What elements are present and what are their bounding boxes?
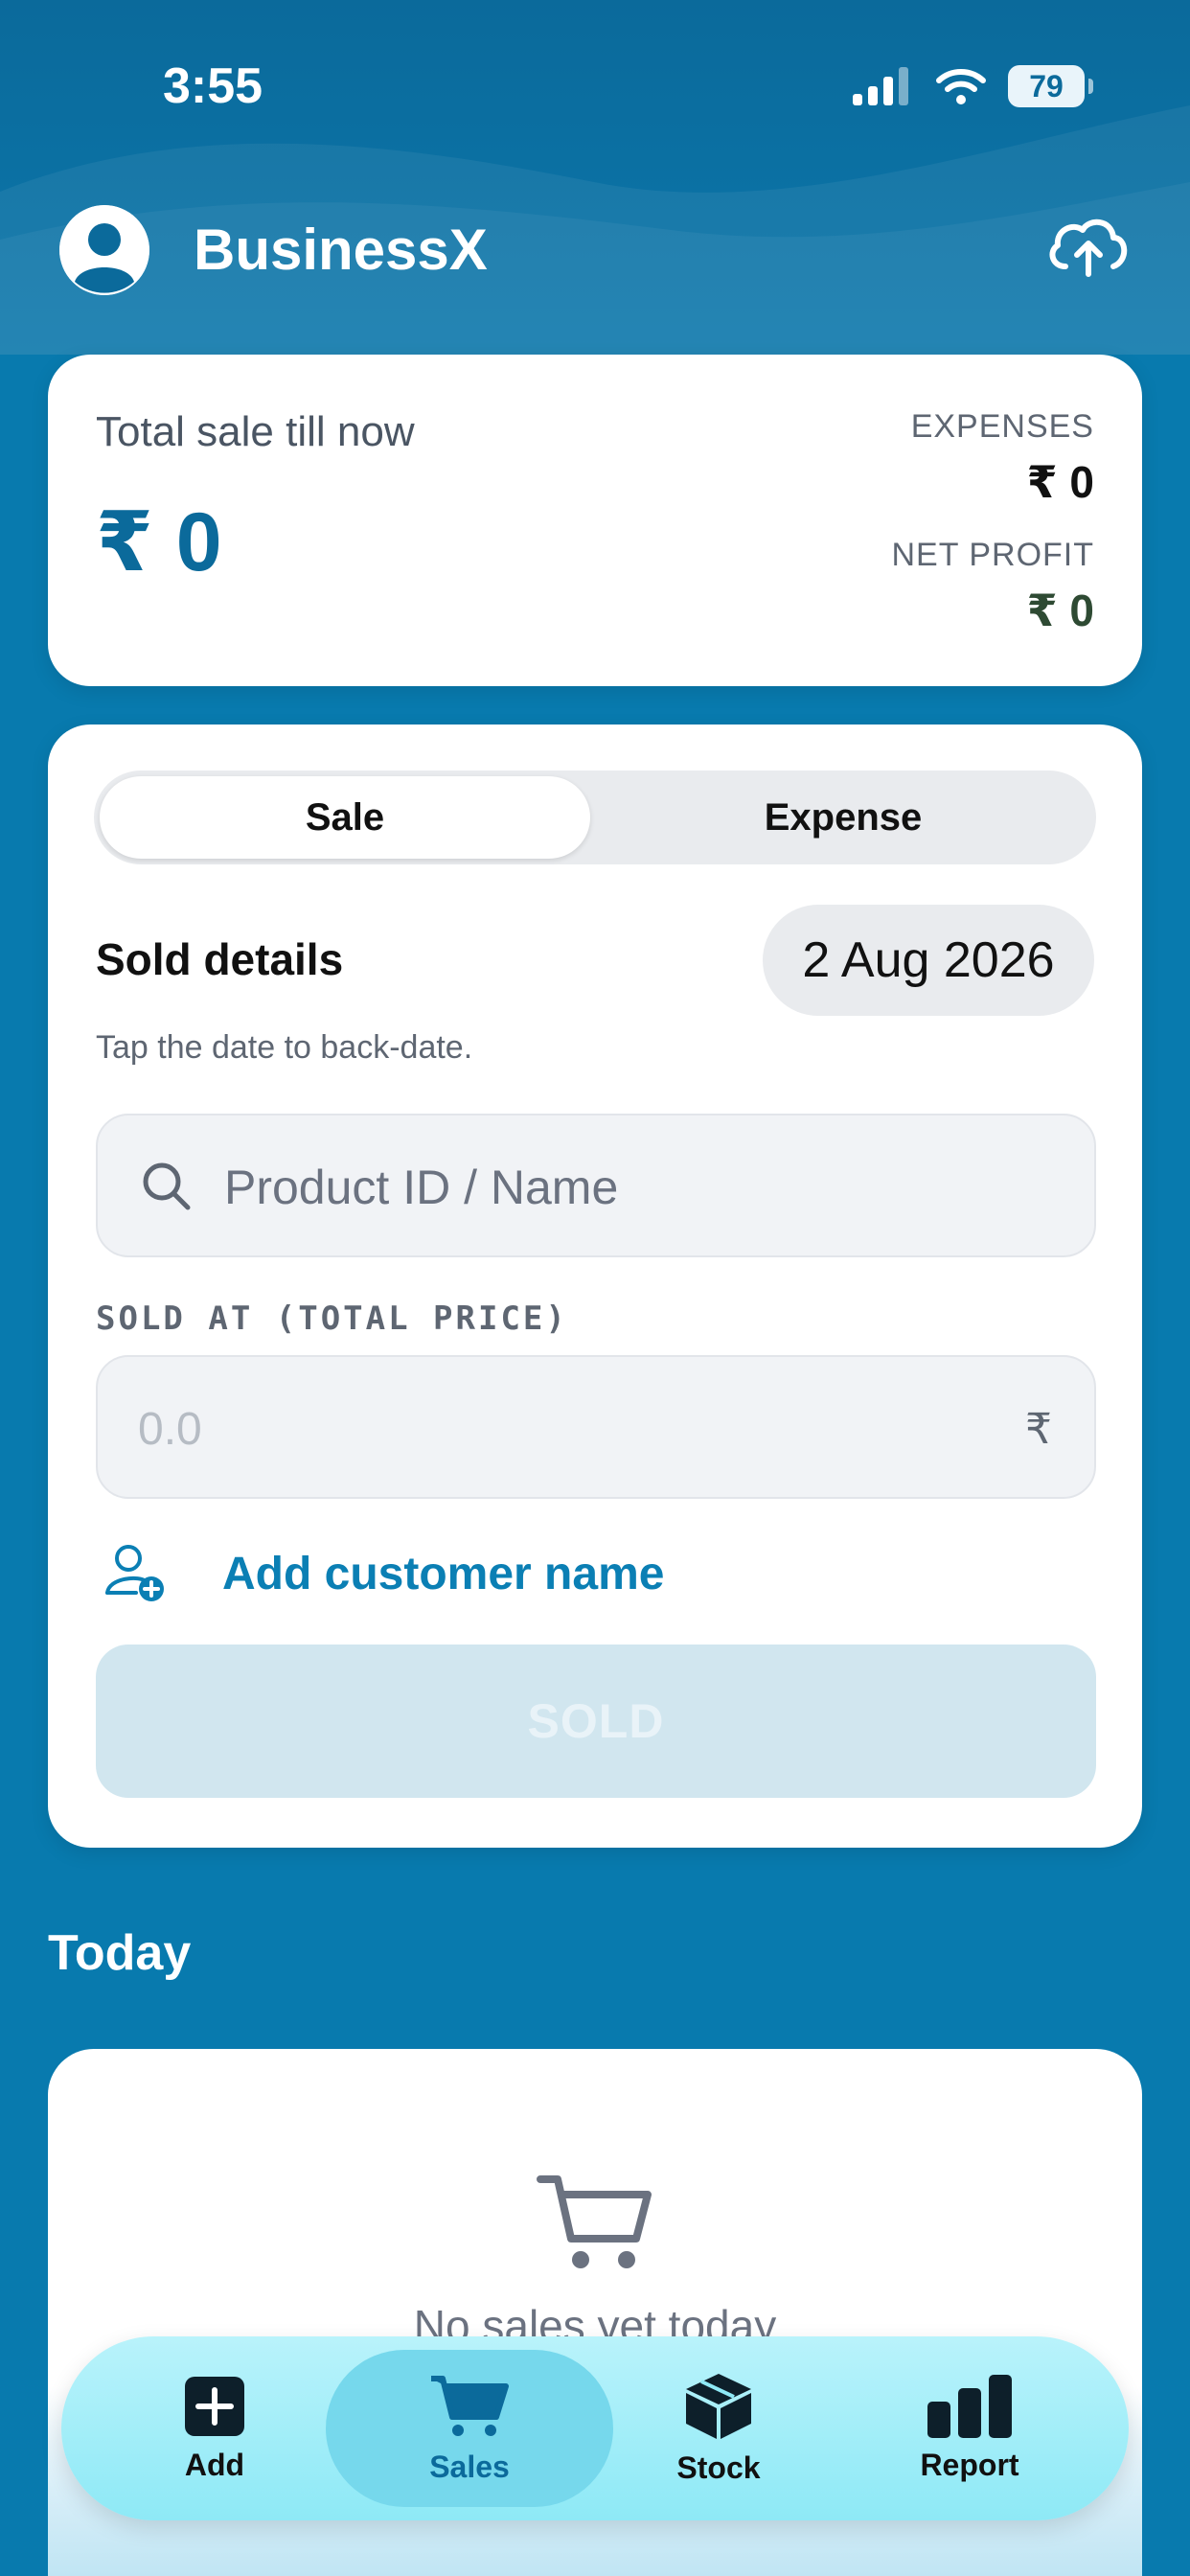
wifi-icon: [936, 69, 986, 104]
battery-level: 79: [1029, 68, 1064, 104]
app-header: [0, 0, 1190, 355]
sale-entry-card: Sale Expense Sold details 2 Aug 2026 Tap…: [48, 724, 1142, 1848]
nav-label-add: Add: [184, 2447, 245, 2482]
add-customer-button[interactable]: Add customer name: [102, 1535, 772, 1612]
total-sale-label: Total sale till now: [96, 408, 415, 455]
tab-expense[interactable]: Expense: [596, 776, 1090, 859]
rupee-icon: ₹: [1025, 1406, 1052, 1453]
cart-icon: [431, 2375, 509, 2436]
status-icons: 79: [853, 65, 1093, 107]
product-search-input[interactable]: [224, 1144, 1067, 1230]
net-profit-value: ₹ 0: [1026, 586, 1094, 635]
expenses-label: EXPENSES: [910, 408, 1094, 445]
box-icon: [686, 2373, 751, 2439]
today-heading: Today: [48, 1925, 192, 1981]
sales-summary-card: Total sale till now ₹ 0 EXPENSES ₹ 0 NET…: [48, 355, 1142, 686]
status-time: 3:55: [163, 58, 263, 114]
tab-sale[interactable]: Sale: [100, 776, 590, 859]
backdate-hint: Tap the date to back-date.: [96, 1029, 473, 1066]
date-picker-button[interactable]: 2 Aug 2026: [763, 905, 1094, 1016]
nav-item-sales[interactable]: Sales: [364, 2336, 575, 2520]
price-field: ₹: [96, 1355, 1096, 1499]
add-customer-label: Add customer name: [222, 1548, 665, 1599]
sale-expense-toggle: Sale Expense: [94, 770, 1096, 864]
nav-label-report: Report: [920, 2447, 1019, 2482]
nav-item-stock[interactable]: Stock: [613, 2336, 824, 2520]
battery-indicator: 79: [1008, 65, 1093, 107]
header-wave-decoration: [0, 105, 1190, 355]
product-search-field: [96, 1114, 1096, 1257]
cellular-signal-icon: [853, 67, 908, 105]
total-sale-value: ₹ 0: [96, 496, 222, 588]
sold-button[interactable]: SOLD: [96, 1644, 1096, 1798]
cloud-upload-button[interactable]: [1044, 213, 1131, 280]
empty-cart-icon: [537, 2175, 652, 2268]
add-square-icon: [185, 2376, 244, 2436]
section-title: Sold details: [96, 934, 344, 984]
date-value: 2 Aug 2026: [802, 932, 1055, 988]
cloud-upload-icon: [1049, 218, 1128, 277]
add-user-icon: [105, 1545, 164, 1601]
nav-item-add[interactable]: Add: [109, 2336, 320, 2520]
user-circle-icon[interactable]: [59, 205, 149, 295]
price-input[interactable]: [138, 1386, 981, 1472]
bar-chart-icon: [927, 2374, 1012, 2438]
net-profit-label: NET PROFIT: [891, 537, 1094, 573]
search-icon: [143, 1162, 191, 1210]
app-title: BusinessX: [194, 218, 488, 282]
nav-item-report[interactable]: Report: [864, 2336, 1075, 2520]
nav-label-stock: Stock: [676, 2450, 761, 2485]
expenses-value: ₹ 0: [1026, 457, 1094, 507]
price-field-label: SOLD AT (TOTAL PRICE): [96, 1300, 568, 1338]
bottom-nav: Add Sales Stock Report: [61, 2336, 1129, 2520]
nav-label-sales: Sales: [429, 2449, 510, 2484]
